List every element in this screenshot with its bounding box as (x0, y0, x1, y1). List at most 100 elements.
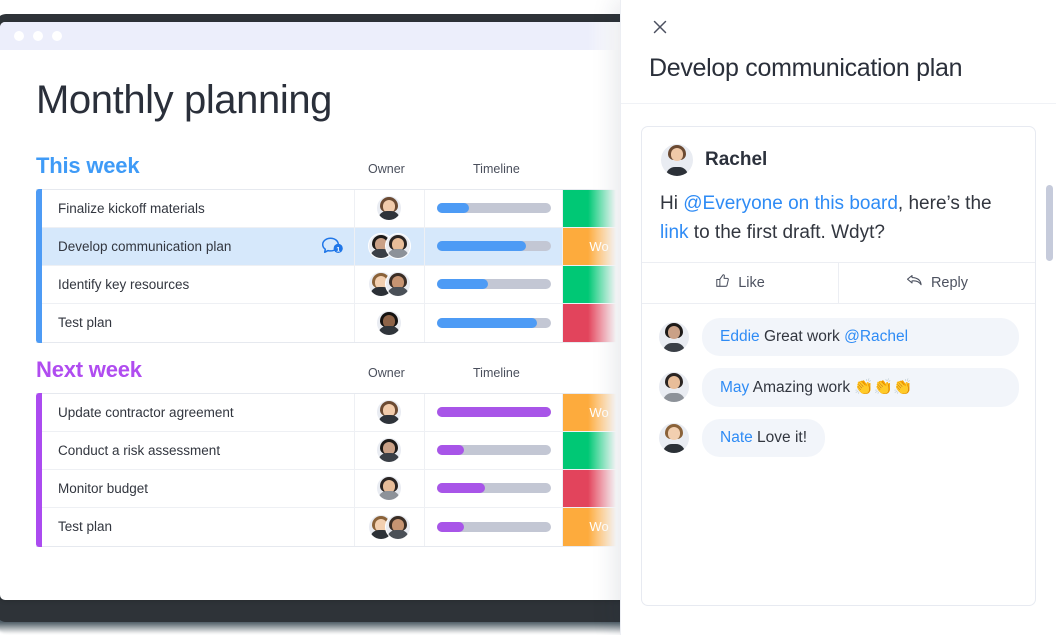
timeline-track (436, 279, 551, 290)
table-row[interactable]: Test plan Wo (36, 507, 628, 546)
cell-owner[interactable] (353, 265, 426, 303)
status-badge[interactable]: Wo (563, 227, 628, 265)
update-author-name: Rachel (705, 149, 768, 170)
avatar-face (659, 372, 689, 403)
owner-avatars (376, 309, 403, 336)
table-row[interactable]: Conduct a risk assessment (36, 431, 628, 470)
comment-text: Love it! (752, 428, 808, 446)
cell-owner[interactable] (353, 469, 426, 507)
cell-task-name[interactable]: Develop communication plan 1 (36, 228, 354, 265)
board-area: Monthly planning This week Owner Timeline F… (0, 50, 628, 547)
cell-task-name[interactable]: Test plan (36, 508, 354, 546)
status-badge[interactable]: Wo (563, 393, 628, 431)
task-label: Identify key resources (58, 276, 190, 292)
cell-timeline[interactable] (425, 507, 564, 546)
cell-timeline[interactable] (425, 393, 564, 431)
column-header-timeline: Timeline (473, 161, 520, 176)
board-group: Next week Owner Timeline Update contractor … (36, 355, 628, 547)
timeline-track (436, 317, 551, 328)
cell-timeline[interactable] (425, 265, 564, 303)
avatar-face (386, 515, 410, 539)
cell-owner[interactable] (353, 189, 426, 227)
comment-bubble[interactable]: Nate Love it! (702, 418, 826, 457)
cell-timeline[interactable] (425, 303, 564, 342)
screenshot-root: Monthly planning This week Owner Timeline F… (0, 0, 1056, 635)
window-dot-minimize[interactable] (33, 31, 43, 41)
comment-bubble-icon[interactable]: 1 (320, 236, 344, 256)
avatar-face (377, 311, 401, 335)
timeline-fill (436, 445, 465, 456)
cell-task-name[interactable]: Test plan (36, 304, 354, 342)
comment-author[interactable]: May (720, 379, 749, 396)
reply-button[interactable]: Reply (838, 262, 1035, 303)
cell-timeline[interactable] (425, 431, 564, 469)
cell-task-name[interactable]: Conduct a risk assessment (36, 432, 354, 469)
comment-bubble[interactable]: Eddie Great work @Rachel (702, 317, 1019, 356)
table-row[interactable]: Identify key resources (36, 265, 628, 304)
status-badge[interactable] (563, 469, 628, 507)
owner-avatars (367, 233, 411, 260)
cell-timeline[interactable] (425, 189, 564, 227)
status-badge[interactable]: Wo (563, 507, 628, 546)
cell-timeline[interactable] (425, 227, 564, 265)
table-row[interactable]: Monitor budget (36, 469, 628, 508)
reply-label: Reply (930, 274, 969, 291)
svg-text:1: 1 (336, 247, 340, 254)
cell-owner[interactable] (353, 507, 426, 546)
update-text-fragment: to the first draft. Wdyt? (688, 222, 885, 244)
update-card: Rachel Hi @Everyone on this board, here’… (641, 126, 1036, 606)
avatar (376, 437, 403, 464)
task-label: Finalize kickoff materials (58, 200, 205, 216)
timeline-fill (436, 483, 485, 494)
comment-text: Amazing work (749, 378, 855, 396)
timeline-fill (436, 521, 465, 532)
avatar-face (377, 400, 401, 425)
cell-owner[interactable] (353, 303, 426, 342)
cell-task-name[interactable]: Finalize kickoff materials (36, 190, 354, 227)
avatar-face (659, 322, 689, 352)
panel-scrollbar-thumb[interactable] (1046, 185, 1053, 261)
timeline-fill (436, 203, 469, 214)
task-label: Conduct a risk assessment (58, 442, 221, 458)
inline-link[interactable]: link (660, 222, 689, 243)
avatar (658, 320, 690, 353)
table-row[interactable]: Finalize kickoff materials (36, 189, 628, 228)
table-row[interactable]: Update contractor agreement Wo (36, 393, 628, 432)
timeline-track (436, 445, 551, 456)
status-badge[interactable] (563, 303, 628, 342)
like-button[interactable]: Like (642, 263, 838, 303)
group-title[interactable]: Next week (36, 357, 142, 383)
window-dot-maximize[interactable] (52, 31, 62, 41)
close-icon[interactable] (649, 16, 671, 38)
mention-link[interactable]: @Everyone on this board (683, 193, 898, 214)
status-badge[interactable] (563, 265, 628, 303)
table-body: Finalize kickoff materials Develop commun… (36, 188, 628, 343)
status-badge[interactable] (563, 189, 628, 227)
comment-author[interactable]: Nate (720, 429, 753, 446)
cell-owner[interactable] (353, 227, 426, 265)
comment-mention[interactable]: @Rachel (844, 328, 908, 345)
group-title[interactable]: This week (36, 153, 140, 179)
cell-timeline[interactable] (425, 469, 564, 507)
avatar (658, 371, 690, 404)
status-label: Wo (589, 519, 609, 535)
cell-owner[interactable] (353, 431, 426, 469)
window-dot-close[interactable] (14, 31, 24, 41)
group-table: Finalize kickoff materials Develop commun… (36, 188, 628, 343)
cell-owner[interactable] (353, 393, 426, 431)
cell-task-name[interactable]: Monitor budget (36, 470, 354, 507)
avatar (376, 195, 403, 222)
cell-task-name[interactable]: Identify key resources (36, 266, 354, 303)
update-text: Hi @Everyone on this board, here’s the l… (660, 189, 1017, 248)
column-header-owner: Owner (368, 161, 405, 176)
table-row[interactable]: Develop communication plan 1 Wo (36, 227, 628, 266)
task-label: Develop communication plan (58, 238, 232, 254)
cell-task-name[interactable]: Update contractor agreement (36, 394, 354, 431)
comment-author[interactable]: Eddie (720, 328, 760, 345)
status-badge[interactable] (563, 431, 628, 469)
update-actions: Like Reply (642, 261, 1035, 304)
table-row[interactable]: Test plan (36, 303, 628, 342)
comment-bubble[interactable]: May Amazing work 👏👏👏 (702, 367, 1019, 407)
owner-avatars (376, 475, 403, 502)
avatar (660, 143, 694, 177)
